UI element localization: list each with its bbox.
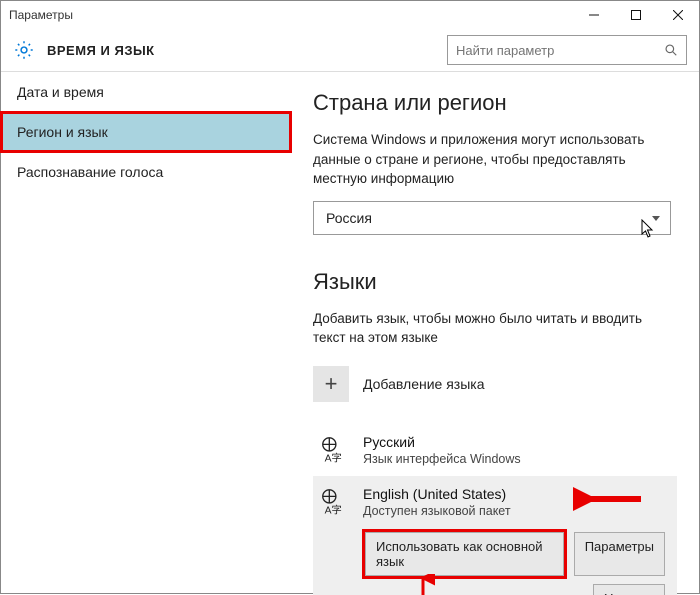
svg-text:A字: A字 bbox=[325, 503, 342, 516]
sidebar-item-speech[interactable]: Распознавание голоса bbox=[1, 152, 291, 192]
sidebar-item-date-time[interactable]: Дата и время bbox=[1, 72, 291, 112]
sidebar-item-region-language[interactable]: Регион и язык bbox=[1, 112, 291, 152]
search-box[interactable] bbox=[447, 35, 687, 65]
country-dropdown-value: Россия bbox=[326, 210, 372, 226]
add-language-button[interactable]: + Добавление языка bbox=[313, 360, 677, 408]
language-options-button[interactable]: Параметры bbox=[574, 532, 665, 576]
language-icon: A字 bbox=[319, 435, 349, 465]
header: ВРЕМЯ И ЯЗЫК bbox=[1, 29, 699, 71]
search-icon bbox=[664, 43, 678, 57]
maximize-button[interactable] bbox=[615, 1, 657, 29]
gear-icon bbox=[13, 39, 35, 61]
language-sub: Доступен языковой пакет bbox=[363, 504, 511, 518]
window-title: Параметры bbox=[9, 8, 573, 22]
language-item-russian[interactable]: A字 Русский Язык интерфейса Windows bbox=[313, 424, 677, 476]
remove-language-button[interactable]: Удалить bbox=[593, 584, 665, 595]
content: Дата и время Регион и язык Распознавание… bbox=[1, 71, 699, 595]
languages-heading: Языки bbox=[313, 269, 677, 295]
sidebar: Дата и время Регион и язык Распознавание… bbox=[1, 72, 291, 595]
sidebar-item-label: Регион и язык bbox=[17, 124, 108, 140]
titlebar: Параметры bbox=[1, 1, 699, 29]
svg-text:A字: A字 bbox=[325, 451, 342, 464]
sidebar-item-label: Дата и время bbox=[17, 84, 104, 100]
country-dropdown[interactable]: Россия bbox=[313, 201, 671, 235]
region-description: Система Windows и приложения могут испол… bbox=[313, 130, 677, 189]
main-pane: Страна или регион Система Windows и прил… bbox=[291, 72, 699, 595]
sidebar-item-label: Распознавание голоса bbox=[17, 164, 163, 180]
close-button[interactable] bbox=[657, 1, 699, 29]
language-name: English (United States) bbox=[363, 486, 511, 502]
add-language-label: Добавление языка bbox=[363, 376, 485, 392]
category-title: ВРЕМЯ И ЯЗЫК bbox=[47, 43, 155, 58]
language-sub: Язык интерфейса Windows bbox=[363, 452, 521, 466]
plus-icon: + bbox=[313, 366, 349, 402]
region-heading: Страна или регион bbox=[313, 90, 677, 116]
language-item-english-us[interactable]: A字 English (United States) Доступен язык… bbox=[313, 476, 677, 595]
set-default-language-button[interactable]: Использовать как основной язык bbox=[365, 532, 564, 576]
minimize-button[interactable] bbox=[573, 1, 615, 29]
search-input[interactable] bbox=[456, 43, 664, 58]
languages-description: Добавить язык, чтобы можно было читать и… bbox=[313, 309, 677, 348]
window-controls bbox=[573, 1, 699, 29]
language-name: Русский bbox=[363, 434, 521, 450]
language-icon: A字 bbox=[319, 487, 349, 517]
